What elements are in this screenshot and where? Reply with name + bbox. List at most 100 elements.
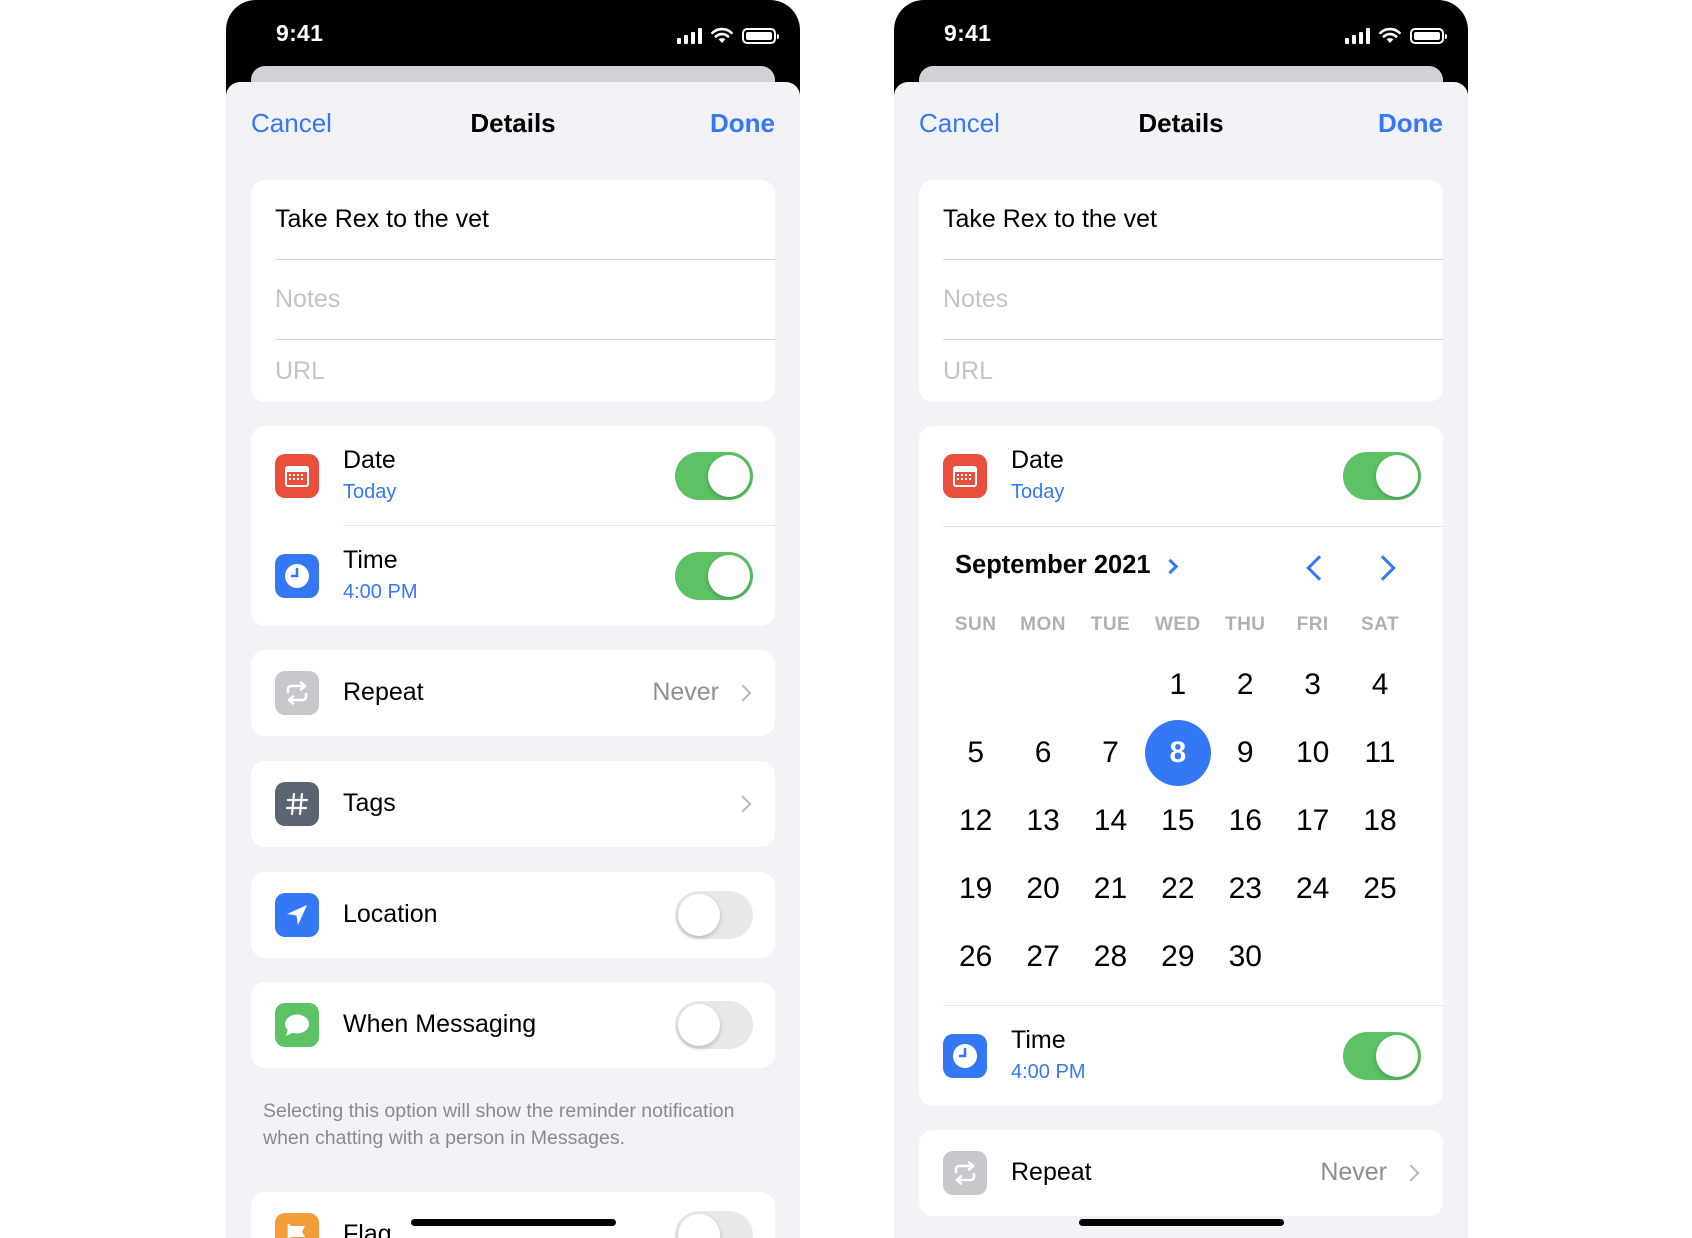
calendar-day-number: 3 xyxy=(1304,668,1321,701)
done-button[interactable]: Done xyxy=(710,108,775,139)
calendar-day[interactable]: 9 xyxy=(1212,719,1279,787)
calendar-day-number: 18 xyxy=(1363,804,1397,837)
date-value[interactable]: Today xyxy=(343,481,396,504)
calendar-day[interactable]: 20 xyxy=(1009,855,1076,923)
status-icons xyxy=(1345,24,1447,44)
calendar-icon xyxy=(275,454,319,498)
calendar-day[interactable]: 17 xyxy=(1279,787,1346,855)
calendar-day[interactable]: 18 xyxy=(1346,787,1413,855)
calendar-day-selected[interactable]: 8 xyxy=(1144,719,1211,787)
location-row[interactable]: Location xyxy=(251,872,775,958)
calendar-day[interactable]: 14 xyxy=(1077,787,1144,855)
calendar-day-number: 11 xyxy=(1364,736,1396,769)
message-bubble-icon xyxy=(275,1003,319,1047)
chevron-left-icon xyxy=(1306,555,1332,581)
calendar-day[interactable]: 1 xyxy=(1144,651,1211,719)
calendar-day[interactable]: 21 xyxy=(1077,855,1144,923)
calendar-day-number: 23 xyxy=(1228,872,1262,905)
calendar-day[interactable]: 22 xyxy=(1144,855,1211,923)
weekday-label: FRI xyxy=(1296,614,1329,635)
flag-icon xyxy=(275,1213,319,1238)
calendar-day[interactable]: 6 xyxy=(1009,719,1076,787)
month-label: September 2021 xyxy=(955,551,1151,579)
time-value[interactable]: 4:00 PM xyxy=(1011,1061,1085,1084)
tags-row[interactable]: Tags xyxy=(251,761,775,847)
chevron-right-icon xyxy=(734,795,752,813)
date-toggle[interactable] xyxy=(1343,452,1421,500)
time-value[interactable]: 4:00 PM xyxy=(343,581,417,604)
calendar-day[interactable]: 15 xyxy=(1144,787,1211,855)
calendar-day[interactable]: 26 xyxy=(942,923,1009,991)
calendar-day[interactable]: 7 xyxy=(1077,719,1144,787)
calendar-day-number: 26 xyxy=(959,940,993,973)
notes-row xyxy=(943,260,1443,340)
title-field[interactable] xyxy=(943,180,1443,259)
calendar-day[interactable]: 3 xyxy=(1279,651,1346,719)
date-time-card: Date Today Time 4:00 PM xyxy=(251,426,775,626)
url-field[interactable] xyxy=(943,340,1443,402)
time-row[interactable]: Time 4:00 PM xyxy=(919,1006,1443,1106)
calendar-day[interactable]: 23 xyxy=(1212,855,1279,923)
calendar-day[interactable]: 16 xyxy=(1212,787,1279,855)
calendar-empty-cell xyxy=(1077,651,1144,719)
status-bar: 9:41 xyxy=(226,0,800,70)
calendar-day[interactable]: 11 xyxy=(1346,719,1413,787)
cancel-button[interactable]: Cancel xyxy=(251,108,332,139)
repeat-value: Never xyxy=(1320,1158,1387,1186)
date-value[interactable]: Today xyxy=(1011,481,1064,504)
calendar-day-number: 6 xyxy=(1034,736,1052,769)
flag-toggle[interactable] xyxy=(675,1211,753,1238)
messaging-toggle[interactable] xyxy=(675,1001,753,1049)
calendar-day[interactable]: 10 xyxy=(1279,719,1346,787)
divider xyxy=(943,526,1443,527)
calendar-day[interactable]: 12 xyxy=(942,787,1009,855)
calendar-day[interactable]: 2 xyxy=(1212,651,1279,719)
calendar-day-number: 20 xyxy=(1026,872,1060,905)
calendar-empty-cell xyxy=(1009,651,1076,719)
url-row xyxy=(275,340,775,402)
status-time: 9:41 xyxy=(276,20,324,46)
hashtag-icon xyxy=(275,782,319,826)
calendar-day[interactable]: 30 xyxy=(1212,923,1279,991)
calendar-day[interactable]: 29 xyxy=(1144,923,1211,991)
messaging-row[interactable]: When Messaging xyxy=(251,982,775,1068)
cancel-button[interactable]: Cancel xyxy=(919,108,1000,139)
previous-month-button[interactable] xyxy=(1301,552,1332,586)
title-row xyxy=(275,180,775,260)
weekday-label: SAT xyxy=(1360,614,1400,635)
time-toggle[interactable] xyxy=(675,552,753,600)
calendar-day[interactable]: 19 xyxy=(942,855,1009,923)
next-month-button[interactable] xyxy=(1370,552,1401,586)
date-row[interactable]: Date Today xyxy=(919,426,1443,526)
chevron-right-icon xyxy=(1162,558,1178,575)
calendar-day[interactable]: 4 xyxy=(1346,651,1413,719)
url-field[interactable] xyxy=(275,340,775,402)
title-field[interactable] xyxy=(275,180,775,259)
calendar-day[interactable]: 28 xyxy=(1077,923,1144,991)
calendar-day-number: 4 xyxy=(1371,668,1389,701)
calendar-day[interactable]: 13 xyxy=(1009,787,1076,855)
date-row[interactable]: Date Today xyxy=(251,426,775,526)
notes-field[interactable] xyxy=(943,260,1443,339)
location-toggle[interactable] xyxy=(675,891,753,939)
repeat-row[interactable]: Repeat Never xyxy=(251,650,775,736)
calendar-day-grid: 1 2 3 4 5 6 7 8 9 10 11 12 13 14 15 16 17 18 19 20 21 22 23 24 2… xyxy=(942,651,1414,991)
month-picker-button[interactable]: September 2021 xyxy=(955,551,1178,580)
flag-row[interactable]: Flag xyxy=(251,1192,775,1238)
calendar-day[interactable]: 5 xyxy=(942,719,1009,787)
calendar-day[interactable]: 27 xyxy=(1009,923,1076,991)
calendar-day[interactable]: 25 xyxy=(1346,855,1413,923)
notes-field[interactable] xyxy=(275,260,775,339)
clock-icon xyxy=(275,554,319,598)
calendar-day-number: 30 xyxy=(1228,940,1262,973)
date-toggle[interactable] xyxy=(675,452,753,500)
messaging-card: When Messaging xyxy=(251,982,775,1068)
messaging-label: When Messaging xyxy=(343,1010,537,1038)
time-row[interactable]: Time 4:00 PM xyxy=(251,526,775,626)
repeat-row[interactable]: Repeat Never xyxy=(919,1130,1443,1216)
tags-label: Tags xyxy=(343,789,396,817)
done-button[interactable]: Done xyxy=(1378,108,1443,139)
calendar-day[interactable]: 24 xyxy=(1279,855,1346,923)
time-toggle[interactable] xyxy=(1343,1032,1421,1080)
calendar-day-number: 7 xyxy=(1102,736,1119,769)
